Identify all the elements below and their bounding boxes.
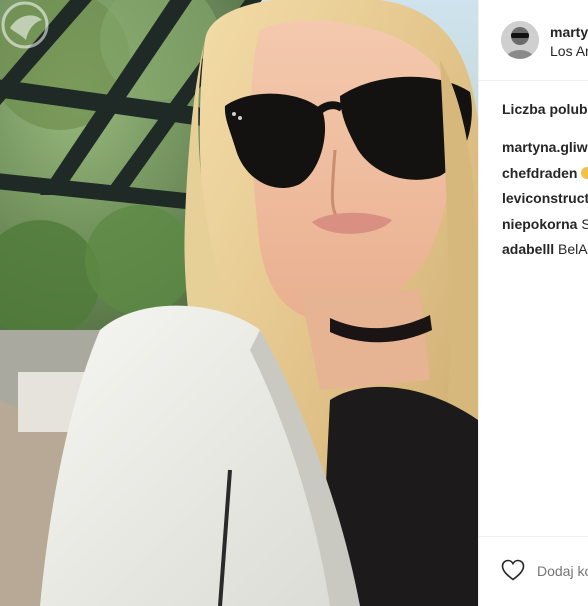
comment-item: chefdraden <box>502 165 588 191</box>
post-details-panel: marty Los An Liczba polubi martyna.gliw … <box>478 0 588 606</box>
comment-item: martyna.gliw <box>502 139 588 165</box>
bird-logo-icon <box>1 1 49 49</box>
comment-item: leviconstruct <box>502 190 588 216</box>
comment-author[interactable]: adabelll <box>502 241 554 257</box>
comment-item: adabelll BelA <box>502 241 588 267</box>
username-link[interactable]: marty <box>550 24 588 40</box>
location-link[interactable]: Los An <box>550 43 588 59</box>
post-actions <box>479 536 588 606</box>
selfie-image <box>0 0 478 606</box>
post-header: marty Los An <box>479 0 588 81</box>
comment-item: niepokorna S <box>502 216 588 242</box>
comment-author[interactable]: martyna.gliw <box>502 139 588 155</box>
comments-list: martyna.gliw chefdraden leviconstruct ni… <box>502 139 588 267</box>
add-comment-input[interactable] <box>537 563 588 579</box>
comment-author[interactable]: chefdraden <box>502 165 577 181</box>
post-photo[interactable] <box>0 0 478 606</box>
likes-count[interactable]: Liczba polubi <box>502 101 588 117</box>
comment-text: BelA <box>554 241 588 257</box>
comment-author[interactable]: niepokorna <box>502 216 577 232</box>
emoji-icon <box>581 166 588 179</box>
comment-text: S <box>577 216 588 232</box>
avatar-image <box>501 21 539 59</box>
avatar[interactable] <box>501 21 539 59</box>
heart-outline-icon[interactable] <box>501 559 525 581</box>
comment-author[interactable]: leviconstruct <box>502 190 588 206</box>
